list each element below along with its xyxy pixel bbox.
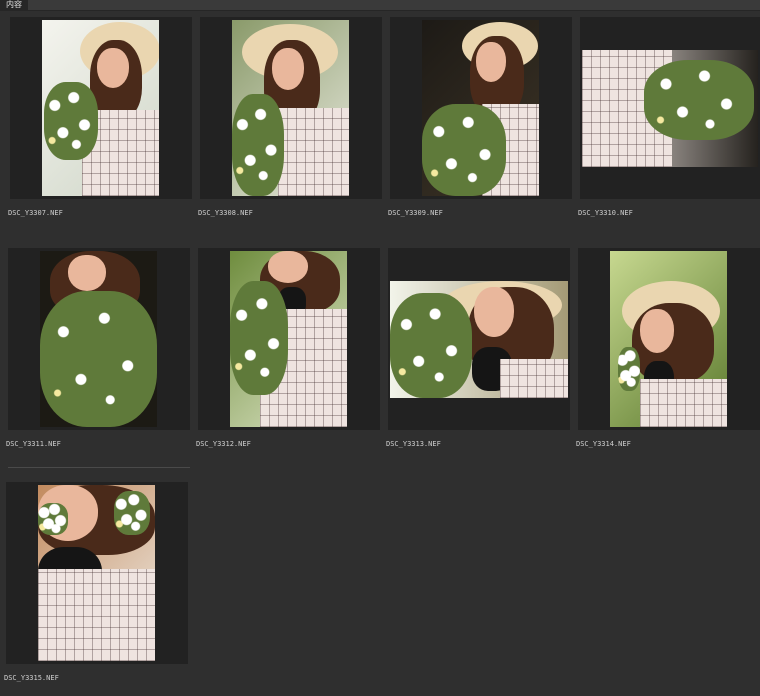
photo-thumbnail[interactable] [230, 251, 347, 427]
photo-thumbnail[interactable] [40, 251, 157, 427]
thumbnail-filename[interactable]: DSC_Y3311.NEF [6, 440, 61, 448]
thumbnail-filename[interactable]: DSC_Y3314.NEF [576, 440, 631, 448]
photo-thumbnail[interactable] [610, 251, 727, 427]
selection-divider [8, 467, 190, 468]
thumbnail-frame[interactable] [6, 482, 188, 664]
thumbnail-frame[interactable] [580, 17, 760, 199]
thumbnail-filename[interactable]: DSC_Y3310.NEF [578, 209, 633, 217]
content-panel-header: 内容 [0, 0, 760, 11]
thumbnail-frame[interactable] [10, 17, 192, 199]
thumbnail-frame[interactable] [388, 248, 570, 430]
thumbnail-frame[interactable] [200, 17, 382, 199]
thumbnail-filename[interactable]: DSC_Y3315.NEF [4, 674, 59, 682]
photo-thumbnail[interactable] [582, 50, 758, 167]
content-tab[interactable]: 内容 [0, 0, 28, 10]
thumbnail-frame[interactable] [578, 248, 760, 430]
thumbnail-filename[interactable]: DSC_Y3309.NEF [388, 209, 443, 217]
thumbnail-filename[interactable]: DSC_Y3313.NEF [386, 440, 441, 448]
thumbnail-frame[interactable] [8, 248, 190, 430]
photo-thumbnail[interactable] [390, 281, 568, 398]
thumbnail-frame[interactable] [390, 17, 572, 199]
thumbnail-frame[interactable] [198, 248, 380, 430]
photo-thumbnail[interactable] [422, 20, 539, 196]
photo-thumbnail[interactable] [38, 485, 155, 661]
photo-thumbnail[interactable] [42, 20, 159, 196]
thumbnail-filename[interactable]: DSC_Y3308.NEF [198, 209, 253, 217]
photo-thumbnail[interactable] [232, 20, 349, 196]
thumbnail-filename[interactable]: DSC_Y3312.NEF [196, 440, 251, 448]
thumbnail-filename[interactable]: DSC_Y3307.NEF [8, 209, 63, 217]
